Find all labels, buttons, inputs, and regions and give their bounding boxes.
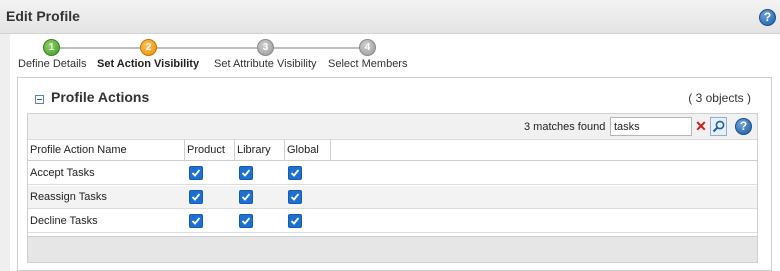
step-4-icon[interactable]: 4	[359, 39, 376, 56]
panel-title: Profile Actions	[51, 89, 150, 105]
search-icon	[712, 120, 725, 133]
step-2-icon[interactable]: 2	[140, 39, 157, 56]
grid-help-icon[interactable]: ?	[735, 118, 752, 135]
table-row[interactable]: Accept Tasks	[28, 162, 757, 185]
actions-grid: 3 matches found ✕ ? Profile Action Name …	[27, 113, 758, 263]
grid-header-row: Profile Action Name Product Library Glob…	[28, 140, 757, 161]
step-2-label[interactable]: Set Action Visibility	[97, 58, 199, 70]
table-row[interactable]: Decline Tasks	[28, 210, 757, 233]
wizard-connector	[60, 47, 140, 49]
global-checkbox[interactable]	[288, 166, 302, 180]
column-header-name[interactable]: Profile Action Name	[28, 140, 185, 160]
step-1-icon[interactable]: 1	[43, 39, 60, 56]
checkbox-checked-icon	[241, 193, 251, 201]
step-4-label[interactable]: Select Members	[328, 58, 407, 70]
help-icon[interactable]: ?	[759, 9, 776, 26]
search-button[interactable]	[710, 117, 727, 136]
window-title: Edit Profile	[6, 8, 80, 24]
checkbox-checked-icon	[290, 193, 300, 201]
global-checkbox[interactable]	[288, 214, 302, 228]
checkbox-checked-icon	[241, 217, 251, 225]
checkbox-checked-icon	[290, 169, 300, 177]
title-bar: Edit Profile ?	[0, 0, 780, 34]
action-name: Decline Tasks	[30, 215, 98, 227]
library-checkbox[interactable]	[239, 214, 253, 228]
library-checkbox[interactable]	[239, 166, 253, 180]
profile-actions-panel: Profile Actions ( 3 objects ) 3 matches …	[17, 77, 772, 271]
column-header-library[interactable]: Library	[235, 140, 285, 160]
table-row[interactable]: Reassign Tasks	[28, 186, 757, 209]
checkbox-checked-icon	[290, 217, 300, 225]
wizard-connector	[157, 47, 257, 49]
checkbox-checked-icon	[191, 193, 201, 201]
wizard-connector	[274, 47, 359, 49]
checkbox-checked-icon	[191, 217, 201, 225]
wizard-steps: 1 2 3 4 Define Details Set Action Visibi…	[0, 36, 420, 76]
object-count: ( 3 objects )	[688, 91, 751, 105]
column-header-product[interactable]: Product	[185, 140, 235, 160]
checkbox-checked-icon	[241, 169, 251, 177]
step-1-label[interactable]: Define Details	[18, 58, 86, 70]
column-header-global[interactable]: Global	[285, 140, 331, 160]
action-name: Reassign Tasks	[30, 191, 107, 203]
step-3-icon[interactable]: 3	[257, 39, 274, 56]
action-name: Accept Tasks	[30, 167, 95, 179]
global-checkbox[interactable]	[288, 190, 302, 204]
product-checkbox[interactable]	[189, 190, 203, 204]
panel-header: Profile Actions ( 3 objects )	[18, 78, 771, 110]
product-checkbox[interactable]	[189, 166, 203, 180]
collapse-icon[interactable]	[35, 95, 44, 104]
checkbox-checked-icon	[191, 169, 201, 177]
clear-search-icon[interactable]: ✕	[694, 119, 708, 133]
search-input[interactable]	[610, 117, 692, 136]
step-3-label[interactable]: Set Attribute Visibility	[214, 58, 317, 70]
product-checkbox[interactable]	[189, 214, 203, 228]
matches-count: 3 matches found	[524, 121, 606, 133]
grid-toolbar: 3 matches found ✕ ?	[28, 114, 757, 140]
library-checkbox[interactable]	[239, 190, 253, 204]
grid-footer	[28, 236, 757, 262]
